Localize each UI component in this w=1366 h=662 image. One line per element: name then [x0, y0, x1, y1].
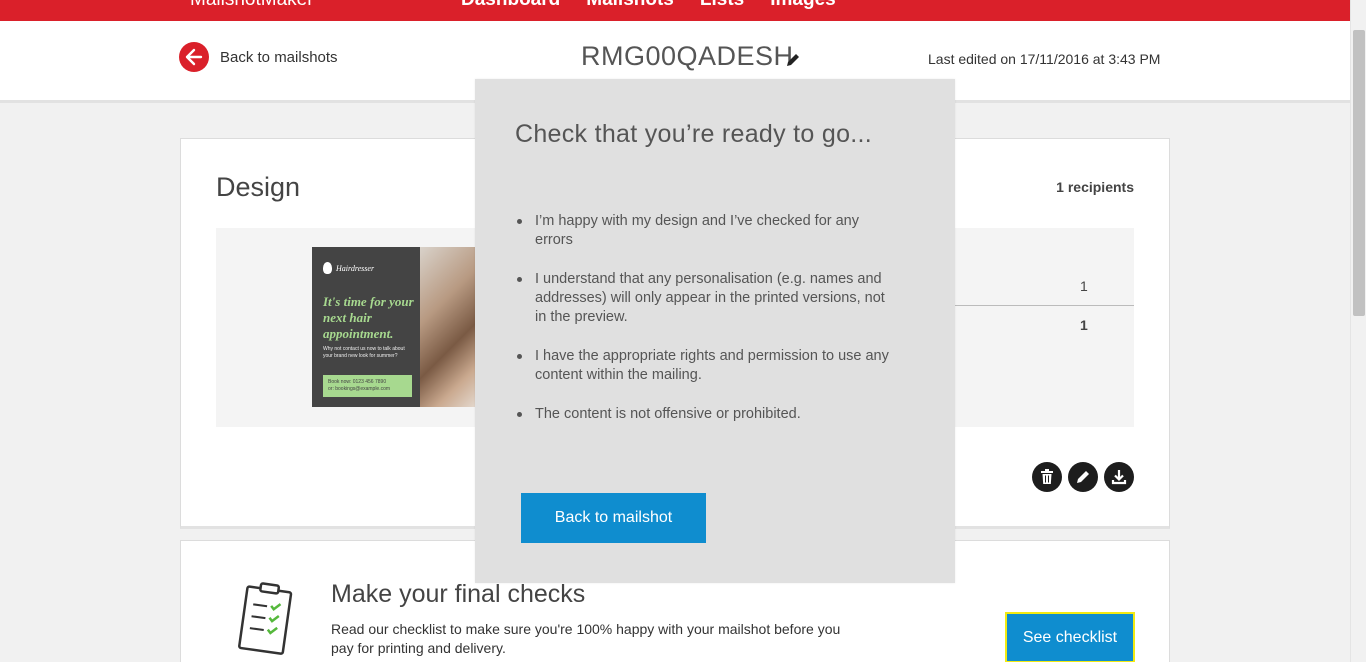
- table-value-total: 1: [1080, 317, 1088, 333]
- clipboard-checklist-icon: [238, 582, 293, 655]
- back-arrow-icon: [179, 42, 209, 72]
- design-heading: Design: [216, 172, 301, 202]
- download-icon[interactable]: [1104, 462, 1134, 492]
- nav-item-mailshots[interactable]: Mailshots: [586, 0, 674, 11]
- ready-to-go-dialog: Check that you’re ready to go... I’m hap…: [475, 79, 955, 583]
- table-divider: [955, 305, 1134, 306]
- checklist-item: I’m happy with my design and I’ve checke…: [515, 212, 895, 250]
- preview-text-side: Hairdresser It's time for your next hair…: [312, 247, 420, 407]
- preview-photo: [420, 247, 475, 407]
- checklist-item: The content is not offensive or prohibit…: [515, 405, 895, 424]
- dialog-title: Check that you’re ready to go...: [515, 120, 873, 148]
- brand-logo-text[interactable]: MailshotMaker: [190, 0, 314, 11]
- checklist-items: I’m happy with my design and I’ve checke…: [515, 212, 895, 444]
- preview-brand: Hairdresser: [336, 264, 375, 273]
- mailshot-name-title: RMG00QADESH: [581, 41, 794, 71]
- preview-book-line2: or: bookings@example.com: [328, 386, 391, 392]
- back-link-label: Back to mailshots: [220, 48, 338, 66]
- nav-item-images[interactable]: Images: [770, 0, 835, 11]
- top-nav-bar: MailshotMaker Dashboard Mailshots Lists …: [0, 0, 1350, 21]
- scrollbar-thumb[interactable]: [1353, 30, 1365, 316]
- preview-book-line1: Book now: 0123 456 7890: [328, 379, 387, 385]
- final-checks-heading: Make your final checks: [331, 580, 586, 608]
- checklist-item: I have the appropriate rights and permis…: [515, 347, 895, 385]
- preview-subtext: Why not contact us now to talk about you…: [323, 346, 405, 359]
- edit-pencil-icon[interactable]: [1068, 462, 1098, 492]
- table-value-row1: 1: [1080, 278, 1088, 294]
- nav-item-lists[interactable]: Lists: [700, 0, 744, 11]
- recipients-count: 1 recipients: [1056, 179, 1134, 195]
- preview-booking-box: Book now: 0123 456 7890 or: bookings@exa…: [323, 375, 412, 397]
- back-to-mailshots-link[interactable]: Back to mailshots: [179, 42, 338, 72]
- checklist-item: I understand that any personalisation (e…: [515, 270, 895, 327]
- main-nav: Dashboard Mailshots Lists Images: [461, 0, 836, 11]
- back-to-mailshot-button[interactable]: Back to mailshot: [521, 493, 706, 543]
- see-checklist-button[interactable]: See checklist: [1005, 612, 1135, 662]
- edit-name-pencil-icon[interactable]: [785, 52, 801, 68]
- trash-icon[interactable]: [1032, 462, 1062, 492]
- mailshot-preview-image[interactable]: Hairdresser It's time for your next hair…: [312, 247, 475, 407]
- hairdresser-logo-icon: [323, 262, 332, 274]
- page-scrollbar[interactable]: [1350, 0, 1366, 662]
- nav-item-dashboard[interactable]: Dashboard: [461, 0, 560, 11]
- preview-headline: It's time for your next hair appointment…: [323, 294, 414, 341]
- final-checks-description: Read our checklist to make sure you're 1…: [331, 621, 841, 656]
- design-actions: [1032, 462, 1134, 492]
- last-edited-text: Last edited on 17/11/2016 at 3:43 PM: [928, 51, 1161, 67]
